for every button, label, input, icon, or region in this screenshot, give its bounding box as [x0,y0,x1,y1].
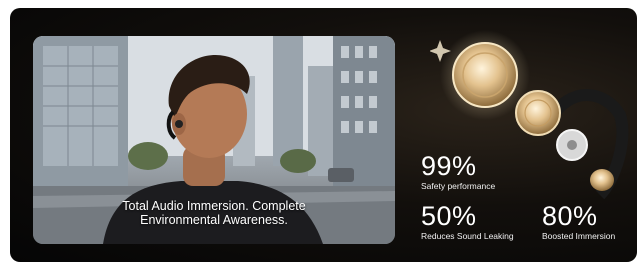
stat-immersion-value: 80% [542,201,598,231]
stat-immersion: 80% Boosted Immersion [542,201,616,242]
caption-line-2: Environmental Awareness. [140,213,288,227]
stat-sound-leak: 50% Reduces Sound Leaking [421,201,514,242]
stat-safety-value: 99% [421,151,477,181]
product-banner: Total Audio Immersion. Complete Environm… [10,8,637,262]
stat-immersion-label: Boosted Immersion [542,231,616,241]
lifestyle-photo: Total Audio Immersion. Complete Environm… [33,36,395,244]
stat-safety-label: Safety performance [421,181,496,191]
photo-caption: Total Audio Immersion. Complete Environm… [33,199,395,227]
stat-sound-leak-label: Reduces Sound Leaking [421,231,514,241]
stat-safety: 99% Safety performance [421,151,496,192]
caption-line-1: Total Audio Immersion. Complete [122,199,306,213]
stat-sound-leak-value: 50% [421,201,477,231]
